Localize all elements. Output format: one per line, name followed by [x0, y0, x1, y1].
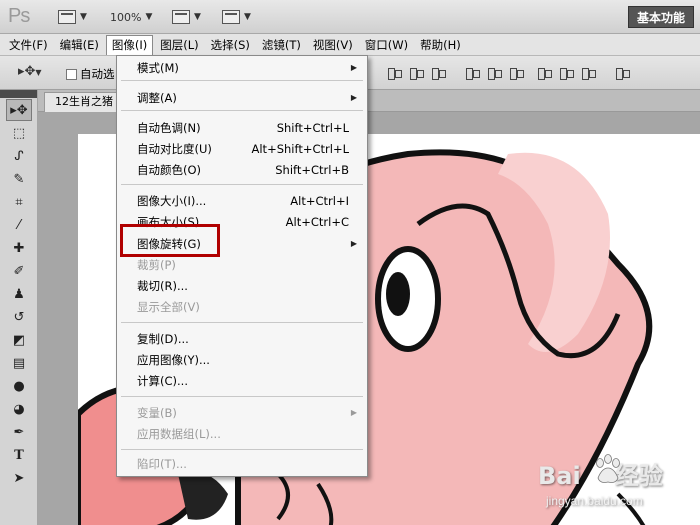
screen-mode-button[interactable]: ▼ [222, 8, 251, 26]
checkbox-box[interactable] [66, 68, 77, 80]
distribute-hcenter-icon[interactable] [558, 66, 574, 80]
toolbox-panel: ▸✥ ⬚ ᔑ ✎ ⌗ ⁄ ✚ ✐ ♟ ↺ ◩ ▤ ● ◕ ✒ T ➤ [0, 90, 38, 525]
distribute-horizontal-group [536, 66, 596, 80]
image-menu-dropdown: 模式(M) ▶ 调整(A) ▶ 自动色调(N) Shift+Ctrl+L 自动对… [116, 55, 368, 477]
menu-item-trim[interactable]: 裁切(R)... [117, 276, 367, 296]
blur-icon[interactable]: ● [6, 375, 32, 397]
menu-item-adjustments[interactable]: 调整(A) ▶ [117, 88, 367, 108]
align-buttons-group [386, 66, 446, 80]
menu-separator [121, 396, 363, 397]
quick-select-icon[interactable]: ✎ [6, 168, 32, 190]
photoshop-logo: Ps [8, 5, 30, 27]
document-tab[interactable]: 12生肖之猪 [44, 92, 124, 112]
distribute-bottom-icon[interactable] [508, 66, 524, 80]
menu-item-auto-color[interactable]: 自动颜色(O) Shift+Ctrl+B [117, 160, 367, 180]
menu-item-variables: 变量(B) ▶ [117, 403, 367, 423]
submenu-arrow-icon: ▶ [350, 408, 357, 417]
menu-item-auto-contrast[interactable]: 自动对比度(U) Alt+Shift+Ctrl+L [117, 139, 367, 159]
auto-select-checkbox[interactable]: 自动选 [66, 66, 115, 82]
align-left-icon[interactable] [386, 66, 402, 80]
menu-item-mode[interactable]: 模式(M) ▶ [117, 58, 367, 78]
submenu-arrow-icon: ▶ [350, 63, 357, 72]
screen-mode-icon [222, 10, 240, 24]
menu-separator [121, 449, 363, 450]
menu-edit[interactable]: 编辑(E) [55, 35, 104, 55]
tool-preset-picker[interactable]: ▸✥▼ [18, 64, 42, 79]
menu-item-crop: 裁剪(P) [137, 258, 176, 272]
marquee-icon[interactable]: ⬚ [6, 122, 32, 144]
arrange-documents-button[interactable]: ▼ [172, 8, 201, 26]
menu-separator [121, 110, 363, 111]
history-brush-icon[interactable]: ↺ [6, 306, 32, 328]
pig-pupil [386, 272, 410, 316]
menu-item-calculations[interactable]: 计算(C)... [117, 371, 367, 391]
title-bar: Ps ▼ 100% ▼ ▼ ▼ 基本功能 [0, 0, 700, 34]
type-icon[interactable]: T [6, 444, 32, 466]
bridge-icon [58, 10, 76, 24]
distribute-vcenter-icon[interactable] [486, 66, 502, 80]
toolbox-header[interactable] [0, 90, 37, 98]
move-icon: ▸✥ [18, 64, 36, 79]
healing-brush-icon[interactable]: ✚ [6, 237, 32, 259]
highlight-annotation [120, 224, 220, 257]
dodge-icon[interactable]: ◕ [6, 398, 32, 420]
gradient-icon[interactable]: ▤ [6, 352, 32, 374]
workspace-switcher-button[interactable]: 基本功能 [627, 6, 694, 28]
menu-window[interactable]: 窗口(W) [360, 35, 413, 55]
distribute-left-icon[interactable] [536, 66, 552, 80]
pen-icon[interactable]: ✒ [6, 421, 32, 443]
menu-separator [121, 184, 363, 185]
eyedropper-icon[interactable]: ⁄ [6, 214, 32, 236]
clone-stamp-icon[interactable]: ♟ [6, 283, 32, 305]
menu-separator [121, 80, 363, 81]
distribute-right-icon[interactable] [580, 66, 596, 80]
baidu-paw-icon [596, 454, 620, 483]
auto-align-group [614, 66, 630, 80]
menu-item-trap: 陷印(T)... [137, 457, 187, 471]
menu-filter[interactable]: 滤镜(T) [257, 35, 306, 55]
chevron-down-icon: ▼ [244, 12, 251, 22]
menu-item-duplicate[interactable]: 复制(D)... [117, 329, 367, 349]
menu-help[interactable]: 帮助(H) [415, 35, 466, 55]
menu-layer[interactable]: 图层(L) [155, 35, 203, 55]
watermark-url: jingyan.baidu.com [546, 494, 643, 508]
chevron-down-icon: ▼ [35, 68, 42, 77]
align-right-icon[interactable] [430, 66, 446, 80]
menu-separator [121, 322, 363, 323]
brush-icon[interactable]: ✐ [6, 260, 32, 282]
menu-item-apply-image[interactable]: 应用图像(Y)... [117, 350, 367, 370]
submenu-arrow-icon: ▶ [350, 239, 357, 248]
menu-select[interactable]: 选择(S) [206, 35, 255, 55]
launch-bridge-button[interactable]: ▼ [58, 8, 87, 26]
align-hcenter-icon[interactable] [408, 66, 424, 80]
menu-bar: 文件(F) 编辑(E) 图像(I) 图层(L) 选择(S) 滤镜(T) 视图(V… [0, 34, 700, 56]
zoom-level-value: 100% [110, 10, 142, 24]
chevron-down-icon: ▼ [194, 12, 201, 22]
auto-select-label: 自动选 [80, 67, 115, 81]
menu-item-apply-data-set: 应用数据组(L)... [137, 427, 221, 441]
menu-image[interactable]: 图像(I) [105, 34, 154, 55]
menu-item-image-size[interactable]: 图像大小(I)... Alt+Ctrl+I [117, 191, 367, 211]
chevron-down-icon: ▼ [80, 12, 87, 22]
auto-align-layers-icon[interactable] [614, 66, 630, 80]
distribute-top-icon[interactable] [464, 66, 480, 80]
baidu-jingyan-watermark: Bai 经验 jingyan.baidu.com [538, 452, 698, 512]
chevron-down-icon: ▼ [145, 12, 153, 22]
crop-icon[interactable]: ⌗ [6, 191, 32, 213]
zoom-level-dropdown[interactable]: 100% ▼ [110, 8, 152, 26]
menu-file[interactable]: 文件(F) [4, 35, 53, 55]
path-select-icon[interactable]: ➤ [6, 467, 32, 489]
menu-view[interactable]: 视图(V) [308, 35, 358, 55]
distribute-vertical-group [464, 66, 524, 80]
lasso-icon[interactable]: ᔑ [6, 145, 32, 167]
arrange-icon [172, 10, 190, 24]
eraser-icon[interactable]: ◩ [6, 329, 32, 351]
move-icon[interactable]: ▸✥ [6, 99, 32, 121]
menu-item-reveal-all: 显示全部(V) [137, 300, 200, 314]
submenu-arrow-icon: ▶ [350, 93, 357, 102]
menu-item-auto-tone[interactable]: 自动色调(N) Shift+Ctrl+L [117, 118, 367, 138]
